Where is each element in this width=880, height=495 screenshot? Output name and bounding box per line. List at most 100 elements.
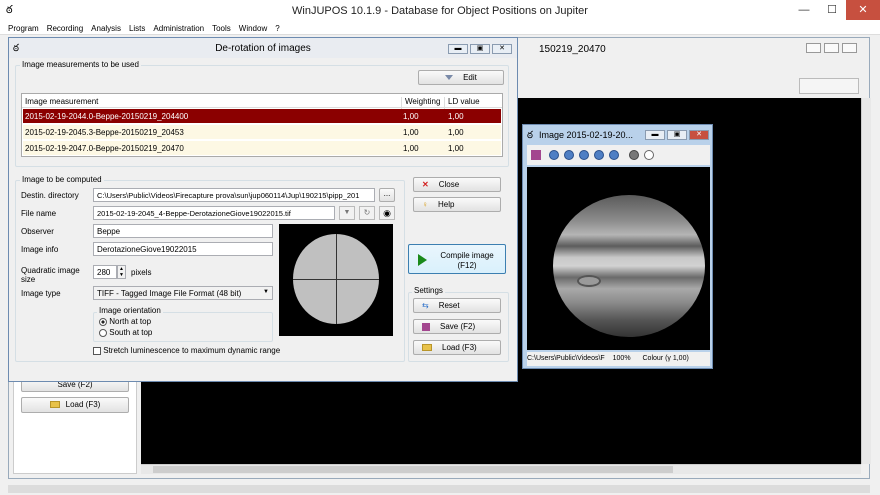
- type-select[interactable]: TIFF - Tagged Image File Format (48 bit)…: [93, 286, 273, 300]
- size-field[interactable]: 280: [93, 265, 117, 279]
- image-close-button[interactable]: ✕: [689, 130, 709, 140]
- zoom-minus-icon[interactable]: [564, 150, 574, 160]
- size-label-line1: Quadratic image: [21, 266, 80, 275]
- north-radio[interactable]: North at top: [99, 317, 151, 326]
- save-image-icon[interactable]: [531, 150, 541, 160]
- dialog-restore-button[interactable]: ▣: [470, 44, 490, 54]
- menu-program[interactable]: Program: [4, 22, 43, 35]
- status-colour: Colour (γ 1,00): [642, 355, 689, 362]
- lightbulb-icon: ♀: [422, 200, 428, 209]
- filename-field[interactable]: 2015-02-19-2045_4-Beppe-DerotazioneGiove…: [93, 206, 335, 220]
- compile-label: Compile image (F12): [431, 251, 503, 271]
- bg-horizontal-scrollbar[interactable]: [141, 464, 861, 474]
- fit-icon[interactable]: [609, 150, 619, 160]
- app-minimize-button[interactable]: —: [790, 0, 818, 20]
- reset-button[interactable]: ⇆ Reset: [413, 298, 501, 313]
- imageinfo-label: Image info: [21, 245, 59, 254]
- bg-restore-icon[interactable]: [824, 43, 839, 53]
- bg-close-icon[interactable]: [842, 43, 857, 53]
- stretch-checkbox[interactable]: Stretch luminescence to maximum dynamic …: [93, 346, 280, 355]
- table-row[interactable]: 2015-02-19-2047.0-Beppe-20150219_20470 1…: [23, 141, 501, 155]
- observer-field[interactable]: Beppe: [93, 224, 273, 238]
- size-unit: pixels: [131, 268, 152, 277]
- header-image-measurement[interactable]: Image measurement: [25, 97, 98, 106]
- measurements-table: Image measurement Weighting LD value 201…: [21, 93, 503, 157]
- app-maximize-button[interactable]: ☐: [818, 0, 846, 20]
- type-label: Image type: [21, 289, 61, 298]
- bg-vertical-scrollbar[interactable]: [861, 98, 871, 464]
- load-button[interactable]: Load (F3): [413, 340, 501, 355]
- menu-window[interactable]: Window: [235, 22, 271, 35]
- size-label-line2: size: [21, 275, 36, 284]
- menu-tools[interactable]: Tools: [208, 22, 235, 35]
- north-label: North at top: [109, 317, 152, 326]
- row-name: 2015-02-19-2044.0-Beppe-20150219_204400: [25, 112, 189, 121]
- great-red-spot: [577, 275, 601, 287]
- south-radio[interactable]: South at top: [99, 328, 152, 337]
- save-label: Save (F2): [440, 322, 476, 331]
- status-path: C:\Users\Public\Videos\F: [527, 355, 605, 362]
- bg-left-panel: [13, 378, 137, 474]
- preview-horizontal-line: [293, 279, 379, 280]
- south-label: South at top: [109, 328, 153, 337]
- image-minimize-button[interactable]: ▬: [645, 130, 665, 140]
- measurements-group-label: Image measurements to be used: [20, 60, 141, 69]
- table-row[interactable]: 2015-02-19-2045.3-Beppe-20150219_20453 1…: [23, 125, 501, 139]
- imageinfo-field[interactable]: DerotazioneGiove19022015: [93, 242, 273, 256]
- image-window: ఠ Image 2015-02-19-20... ▬ ▣ ✕ C:\Users\…: [522, 124, 713, 369]
- compute-group-label: Image to be computed: [20, 175, 104, 184]
- app-close-button[interactable]: ✕: [846, 0, 880, 20]
- save-button[interactable]: Save (F2): [413, 319, 501, 334]
- eye-icon[interactable]: ◉: [379, 206, 395, 220]
- close-label: Close: [438, 180, 460, 189]
- bg-toolbar-button[interactable]: [799, 78, 859, 94]
- row-name: 2015-02-19-2045.3-Beppe-20150219_20453: [25, 128, 184, 137]
- greyscale-icon[interactable]: [629, 150, 639, 160]
- dialog-close-button[interactable]: ✕: [492, 44, 512, 54]
- edit-button[interactable]: Edit: [418, 70, 504, 85]
- filename-dropdown-icon[interactable]: ▼: [339, 206, 355, 220]
- image-status-bar: C:\Users\Public\Videos\F 100% Colour (γ …: [527, 352, 710, 366]
- reset-filename-icon[interactable]: ↻: [359, 206, 375, 220]
- zoom-plus-icon[interactable]: [594, 150, 604, 160]
- bg-minimize-icon[interactable]: [806, 43, 821, 53]
- image-window-title: Image 2015-02-19-20...: [539, 130, 634, 140]
- menu-help[interactable]: ?: [271, 22, 283, 35]
- app-title: WinJUPOS 10.1.9 - Database for Object Po…: [292, 5, 588, 17]
- browse-button[interactable]: ...: [379, 188, 395, 202]
- bg-load-label: Load (F3): [65, 400, 101, 409]
- menu-analysis[interactable]: Analysis: [87, 22, 125, 35]
- row-weighting: 1,00: [403, 112, 419, 121]
- status-zoom: 100%: [612, 355, 631, 362]
- image-window-icon: ఠ: [527, 130, 533, 141]
- zoom-out-icon[interactable]: [549, 150, 559, 160]
- dialog-title: De-rotation of images: [215, 43, 311, 54]
- zoom-in-icon[interactable]: [579, 150, 589, 160]
- orientation-group-label: Image orientation: [97, 306, 163, 315]
- destin-field[interactable]: C:\Users\Public\Videos\Firecapture prova…: [93, 188, 375, 202]
- menu-lists[interactable]: Lists: [125, 22, 149, 35]
- table-row[interactable]: 2015-02-19-2044.0-Beppe-20150219_204400 …: [23, 109, 501, 123]
- app-titlebar: ఠ WinJUPOS 10.1.9 - Database for Object …: [0, 0, 880, 22]
- colour-icon[interactable]: [644, 150, 654, 160]
- row-ld: 1,00: [448, 112, 464, 121]
- image-toolbar: [527, 145, 710, 165]
- compile-button[interactable]: Compile image (F12): [408, 244, 506, 274]
- image-restore-button[interactable]: ▣: [667, 130, 687, 140]
- help-button[interactable]: ♀ Help: [413, 197, 501, 212]
- menu-administration[interactable]: Administration: [149, 22, 208, 35]
- dialog-minimize-button[interactable]: ▬: [448, 44, 468, 54]
- close-button[interactable]: ✕ Close: [413, 177, 501, 192]
- folder-icon: [422, 344, 432, 352]
- triangle-down-icon: [445, 75, 454, 81]
- close-x-icon: ✕: [422, 180, 429, 189]
- radio-checked-icon: [99, 317, 107, 326]
- row-name: 2015-02-19-2047.0-Beppe-20150219_20470: [25, 144, 184, 153]
- bg-load-button[interactable]: Load (F3): [21, 397, 129, 413]
- app-bottom-scrollbar[interactable]: [8, 485, 870, 493]
- type-select-value: TIFF - Tagged Image File Format (48 bit): [97, 289, 242, 298]
- size-spinner-icon[interactable]: ▲ ▼: [117, 265, 126, 279]
- floppy-icon: [422, 322, 430, 331]
- menu-recording[interactable]: Recording: [43, 22, 87, 35]
- row-weighting: 1,00: [403, 144, 419, 153]
